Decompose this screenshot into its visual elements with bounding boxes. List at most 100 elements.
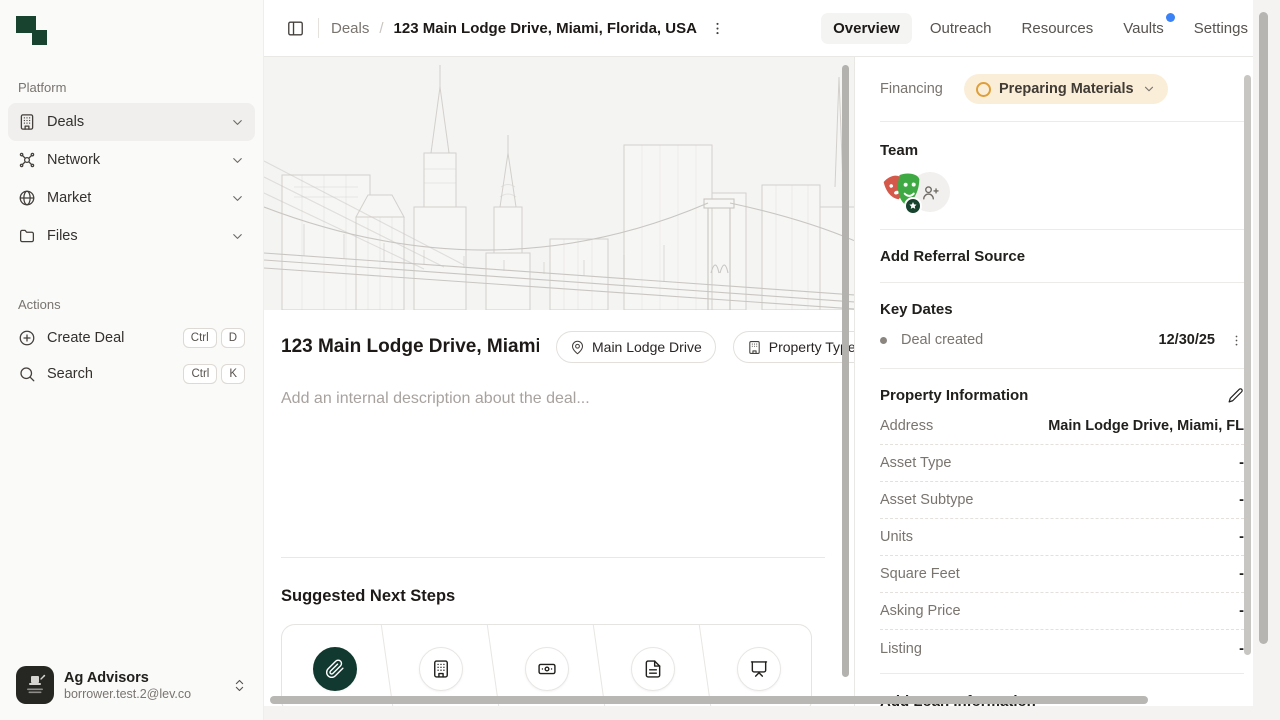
chip-property-type[interactable]: Property Type: [733, 331, 855, 363]
key-date-options-button[interactable]: [1229, 333, 1244, 348]
property-row-address: Address Main Lodge Drive, Miami, FL: [880, 408, 1244, 445]
sidebar-item-label: Market: [47, 190, 219, 206]
deal-description-input[interactable]: [281, 390, 825, 408]
financing-row: Financing Preparing Materials: [880, 57, 1244, 122]
notification-dot: [1166, 13, 1175, 22]
breadcrumb-deals[interactable]: Deals: [331, 20, 369, 37]
kbd-key: Ctrl: [183, 328, 217, 349]
panel-left-icon: [286, 19, 305, 38]
search-button[interactable]: Search Ctrl K: [8, 356, 255, 392]
globe-icon: [18, 189, 36, 207]
sidebar-item-label: Network: [47, 152, 219, 168]
panel-scrollbar[interactable]: [1244, 75, 1251, 655]
kbd-key: D: [221, 328, 245, 349]
create-deal-shortcut: Ctrl D: [183, 328, 245, 349]
create-deal-button[interactable]: Create Deal Ctrl D: [8, 320, 255, 356]
org-avatar: [16, 666, 54, 704]
page-scrollbar[interactable]: [1259, 12, 1268, 644]
sidebar-item-market[interactable]: Market: [8, 179, 255, 217]
tab-settings[interactable]: Settings: [1182, 13, 1260, 44]
chevron-down-icon[interactable]: [230, 115, 245, 130]
status-ring-icon: [976, 82, 991, 97]
sidebar-item-deals[interactable]: Deals: [8, 103, 255, 141]
edit-property-info-button[interactable]: [1227, 387, 1244, 404]
property-row-square-feet: Square Feet -: [880, 556, 1244, 593]
add-referral-source-button[interactable]: Add Referral Source: [880, 230, 1244, 283]
tab-resources[interactable]: Resources: [1010, 13, 1106, 44]
kbd-key: K: [221, 364, 245, 385]
paperclip-icon: [313, 647, 357, 691]
user-email: borrower.test.2@lev.co: [64, 687, 222, 701]
app-logo-icon[interactable]: [16, 14, 50, 50]
property-row-asking-price: Asking Price -: [880, 593, 1244, 630]
key-date-value: 12/30/25: [1159, 332, 1215, 348]
property-row-listing: Listing -: [880, 630, 1244, 667]
deal-main-column: 123 Main Lodge Drive, Miami, Florida, US…: [264, 57, 855, 720]
kbd-key: Ctrl: [183, 364, 217, 385]
divider: [281, 557, 825, 558]
property-row-units: Units -: [880, 519, 1244, 556]
key-dates-label: Key Dates: [880, 301, 1244, 318]
chip-address[interactable]: Main Lodge Drive: [556, 331, 716, 363]
property-row-asset-type: Asset Type -: [880, 445, 1244, 482]
deal-title: 123 Main Lodge Drive, Miami, Florida, US…: [281, 336, 539, 358]
deal-details-panel: Financing Preparing Materials Team: [855, 57, 1280, 720]
user-org-name: Ag Advisors: [64, 670, 222, 686]
financing-label: Financing: [880, 81, 964, 97]
folder-icon: [18, 227, 36, 245]
sidebar-toggle-button[interactable]: [280, 13, 310, 43]
deal-workspace: Deals / 123 Main Lodge Drive, Miami, Flo…: [264, 0, 1280, 720]
property-information-label: Property Information: [880, 387, 1028, 404]
kebab-menu-icon: [709, 20, 726, 37]
city-skyline-illustration: [264, 57, 855, 310]
property-row-asset-subtype: Asset Subtype -: [880, 482, 1244, 519]
chevron-down-icon[interactable]: [230, 191, 245, 206]
user-account-switcher[interactable]: Ag Advisors borrower.test.2@lev.co: [8, 660, 255, 710]
building-icon: [747, 340, 762, 355]
team-section: Team: [880, 122, 1244, 230]
kebab-menu-icon: [1229, 333, 1244, 348]
sidebar-item-network[interactable]: Network: [8, 141, 255, 179]
deal-tabs: Overview Outreach Resources Vaults Setti…: [821, 13, 1260, 44]
banknote-icon: [525, 647, 569, 691]
chevrons-up-down-icon: [232, 678, 247, 693]
chevron-down-icon: [1142, 82, 1156, 96]
key-date-row: Deal created 12/30/25: [880, 332, 1244, 350]
deal-options-button[interactable]: [703, 13, 733, 43]
sidebar: Platform Deals Network Market Files: [0, 0, 264, 720]
topbar: Deals / 123 Main Lodge Drive, Miami, Flo…: [264, 0, 1280, 57]
suggested-next-steps-title: Suggested Next Steps: [281, 587, 825, 606]
divider: [318, 18, 319, 38]
presentation-icon: [737, 647, 781, 691]
building-icon: [18, 113, 36, 131]
chip-label: Main Lodge Drive: [592, 339, 702, 355]
tab-outreach[interactable]: Outreach: [918, 13, 1004, 44]
pencil-icon: [1227, 387, 1244, 404]
horizontal-scrollbar[interactable]: [270, 696, 1148, 704]
platform-section-label: Platform: [18, 80, 255, 95]
create-deal-label: Create Deal: [47, 330, 172, 346]
map-pin-icon: [570, 340, 585, 355]
tab-overview[interactable]: Overview: [821, 13, 912, 44]
financing-status-value: Preparing Materials: [999, 81, 1134, 97]
circle-plus-icon: [18, 329, 36, 347]
tab-vaults[interactable]: Vaults: [1111, 13, 1176, 44]
bottom-gutter: [264, 706, 1280, 720]
sidebar-item-files[interactable]: Files: [8, 217, 255, 255]
property-information-section: Property Information Address Main Lodge …: [880, 369, 1244, 674]
main-column-scrollbar[interactable]: [842, 65, 849, 677]
building-icon: [419, 647, 463, 691]
search-shortcut: Ctrl K: [183, 364, 245, 385]
network-icon: [18, 151, 36, 169]
document-icon: [631, 647, 675, 691]
search-label: Search: [47, 366, 172, 382]
team-role-badge-icon: [904, 197, 922, 215]
chevron-down-icon[interactable]: [230, 153, 245, 168]
financing-status-dropdown[interactable]: Preparing Materials: [964, 74, 1168, 104]
sidebar-item-label: Files: [47, 228, 219, 244]
bullet-dot-icon: [880, 337, 887, 344]
chevron-down-icon[interactable]: [230, 229, 245, 244]
search-icon: [18, 365, 36, 383]
sidebar-item-label: Deals: [47, 114, 219, 130]
breadcrumb-current-deal: 123 Main Lodge Drive, Miami, Florida, US…: [394, 20, 697, 37]
